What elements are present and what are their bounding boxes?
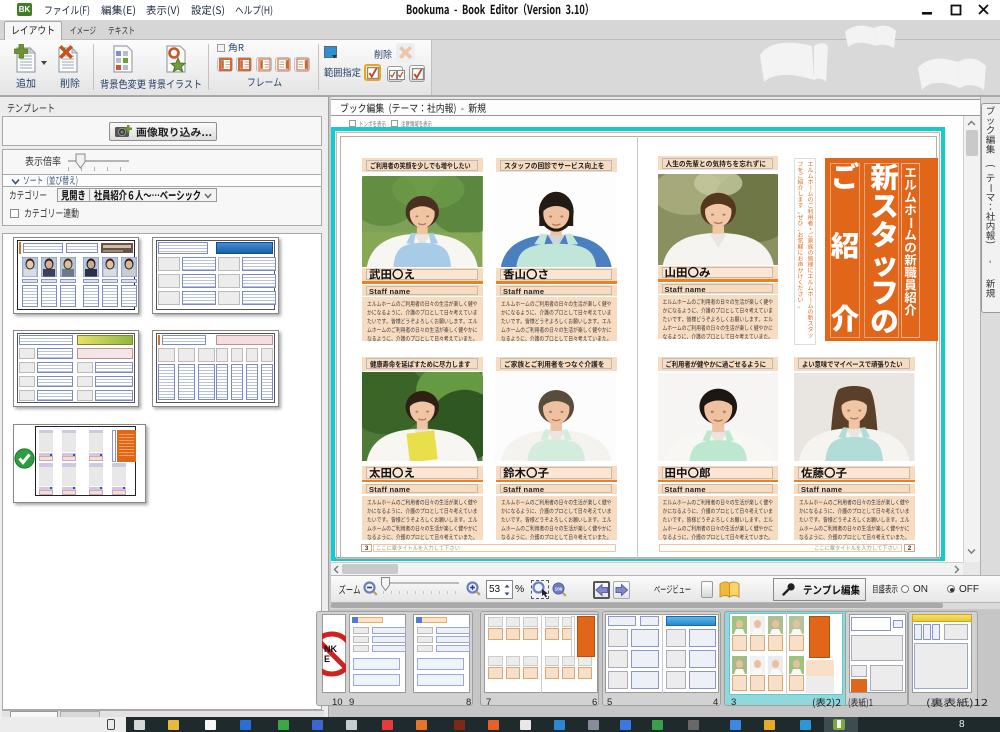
- svg-text:100: 100: [555, 586, 563, 591]
- svg-text:NK: NK: [324, 644, 337, 654]
- svg-text:E: E: [324, 654, 330, 664]
